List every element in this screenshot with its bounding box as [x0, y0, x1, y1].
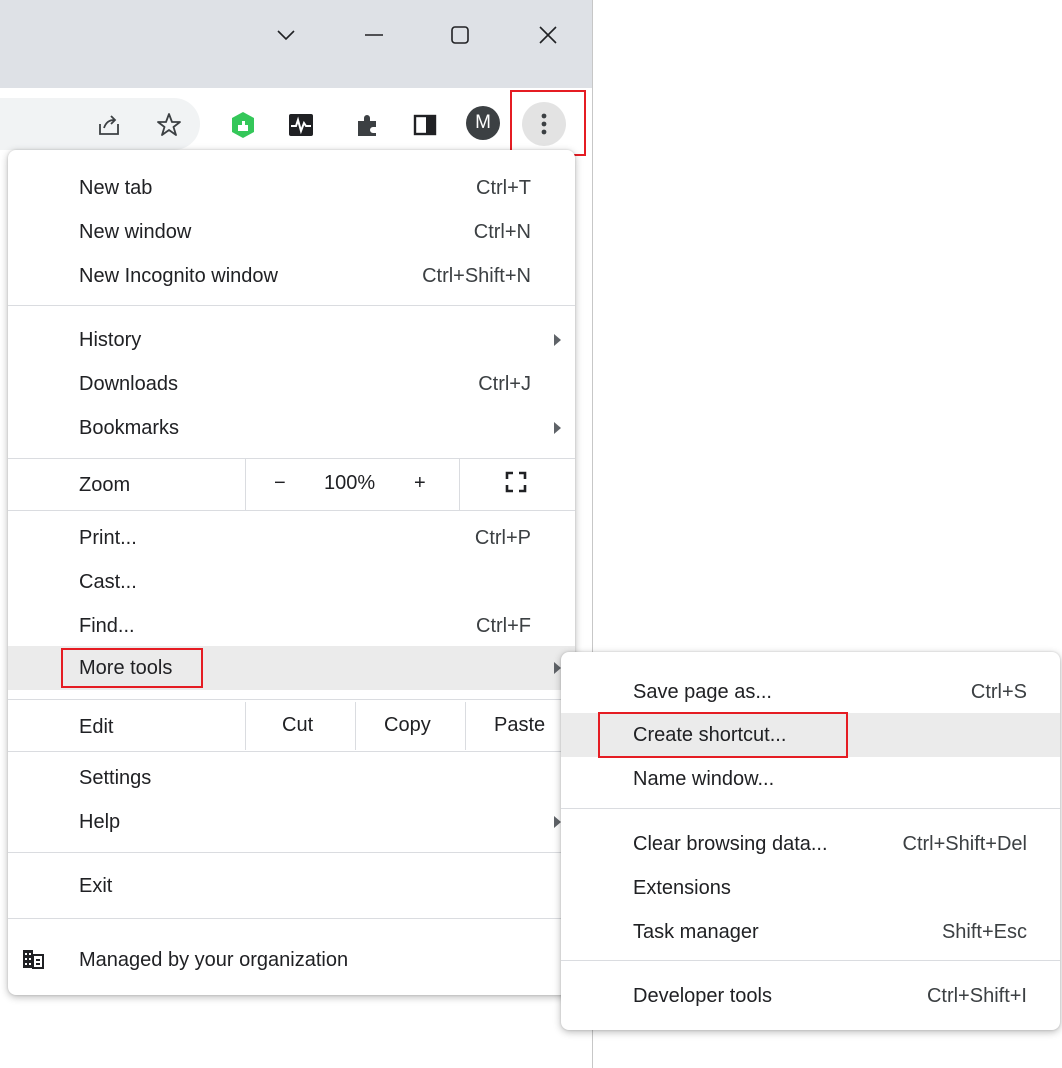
- menu-item-label: Cast...: [79, 570, 137, 593]
- menu-divider: [8, 918, 575, 919]
- menu-item-label: Settings: [79, 766, 152, 789]
- menu-item-label: Help: [79, 810, 121, 833]
- menu-item-find[interactable]: Find... Ctrl+F: [8, 604, 575, 648]
- menu-divider: [8, 510, 575, 511]
- copy-button[interactable]: Copy: [384, 714, 431, 737]
- chevron-down-icon[interactable]: [264, 14, 308, 56]
- submenu-item-shortcut: Ctrl+Shift+I: [926, 984, 1027, 1007]
- create-shortcut-highlight: [598, 712, 848, 758]
- submenu-item-shortcut: Ctrl+Shift+Del: [902, 832, 1028, 855]
- cut-button[interactable]: Cut: [282, 714, 313, 737]
- submenu-divider: [561, 808, 1060, 809]
- menu-item-downloads[interactable]: Downloads Ctrl+J: [8, 362, 575, 406]
- submenu-item-save-page[interactable]: Save page as... Ctrl+S: [561, 670, 1060, 714]
- menu-item-label: Exit: [79, 874, 113, 897]
- menu-divider: [8, 699, 575, 700]
- menu-item-history[interactable]: History: [8, 318, 575, 362]
- zoom-label: Zoom: [79, 474, 131, 496]
- edit-label: Edit: [79, 716, 114, 738]
- fullscreen-icon[interactable]: [505, 471, 527, 499]
- edit-divider: [465, 702, 466, 750]
- submenu-arrow-icon: [554, 662, 561, 674]
- menu-item-label: Find...: [79, 614, 135, 637]
- menu-item-shortcut: Ctrl+Shift+N: [422, 264, 531, 287]
- menu-item-print[interactable]: Print... Ctrl+P: [8, 516, 575, 560]
- menu-item-shortcut: Ctrl+F: [476, 614, 531, 637]
- menu-divider: [8, 305, 575, 306]
- chrome-main-menu: New tab Ctrl+T New window Ctrl+N New Inc…: [8, 150, 575, 995]
- close-icon[interactable]: [526, 14, 570, 56]
- submenu-item-label: Name window...: [633, 767, 775, 790]
- zoom-out-button[interactable]: −: [274, 472, 286, 495]
- menu-item-settings[interactable]: Settings: [8, 756, 575, 800]
- edit-row: Edit Cut Copy Paste: [8, 702, 575, 750]
- menu-divider: [8, 751, 575, 752]
- menu-item-bookmarks[interactable]: Bookmarks: [8, 406, 575, 450]
- share-icon[interactable]: [92, 108, 126, 142]
- menu-item-help[interactable]: Help: [8, 800, 575, 844]
- submenu-item-shortcut: Shift+Esc: [941, 920, 1027, 943]
- submenu-item-label: Developer tools: [633, 984, 772, 1007]
- menu-item-label: New Incognito window: [79, 264, 278, 287]
- menu-item-new-tab[interactable]: New tab Ctrl+T: [8, 166, 575, 210]
- submenu-item-label: Save page as...: [633, 680, 772, 703]
- submenu-item-label: Extensions: [633, 876, 731, 899]
- menu-item-shortcut: Ctrl+T: [476, 176, 531, 199]
- menu-item-label: Print...: [79, 526, 137, 549]
- star-icon[interactable]: [152, 108, 186, 142]
- edit-divider: [245, 702, 246, 750]
- submenu-item-task-manager[interactable]: Task manager Shift+Esc: [561, 910, 1060, 954]
- more-tools-submenu: Save page as... Ctrl+S Create shortcut..…: [561, 652, 1060, 1030]
- menu-item-shortcut: Ctrl+N: [473, 220, 531, 243]
- monitor-extension-icon[interactable]: [284, 108, 318, 142]
- profile-avatar[interactable]: M: [466, 106, 500, 140]
- menu-item-managed[interactable]: Managed by your organization: [8, 938, 575, 982]
- submenu-arrow-icon: [554, 816, 561, 828]
- submenu-item-dev-tools[interactable]: Developer tools Ctrl+Shift+I: [561, 974, 1060, 1018]
- submenu-item-label: Task manager: [633, 920, 759, 943]
- edit-divider: [355, 702, 356, 750]
- menu-item-label: New window: [79, 220, 192, 243]
- puzzle-icon[interactable]: [350, 108, 384, 142]
- menu-item-label: History: [79, 328, 142, 351]
- zoom-divider: [459, 458, 460, 510]
- submenu-item-extensions[interactable]: Extensions: [561, 866, 1060, 910]
- menu-item-shortcut: Ctrl+J: [478, 372, 531, 395]
- more-tools-highlight: [61, 648, 203, 688]
- submenu-item-name-window[interactable]: Name window...: [561, 757, 1060, 801]
- minimize-icon[interactable]: [352, 14, 396, 56]
- menu-item-label: New tab: [79, 176, 153, 199]
- menu-item-label: Managed by your organization: [79, 948, 349, 971]
- menu-item-cast[interactable]: Cast...: [8, 560, 575, 604]
- zoom-in-button[interactable]: +: [414, 472, 426, 495]
- submenu-item-clear-data[interactable]: Clear browsing data... Ctrl+Shift+Del: [561, 822, 1060, 866]
- menu-item-new-incognito[interactable]: New Incognito window Ctrl+Shift+N: [8, 254, 575, 298]
- menu-item-new-window[interactable]: New window Ctrl+N: [8, 210, 575, 254]
- menu-item-shortcut: Ctrl+P: [474, 526, 531, 549]
- zoom-divider: [245, 458, 246, 510]
- maximize-icon[interactable]: [438, 14, 482, 56]
- submenu-item-label: Clear browsing data...: [633, 832, 828, 855]
- submenu-item-shortcut: Ctrl+S: [970, 680, 1027, 703]
- green-extension-icon[interactable]: [226, 108, 260, 142]
- menu-item-label: Bookmarks: [79, 416, 180, 439]
- submenu-arrow-icon: [554, 334, 561, 346]
- menu-item-label: Downloads: [79, 372, 178, 395]
- zoom-row: Zoom − 100% +: [8, 458, 575, 510]
- building-icon: [22, 949, 44, 975]
- paste-button[interactable]: Paste: [494, 714, 545, 737]
- title-bar: [0, 0, 592, 88]
- zoom-level: 100%: [324, 472, 376, 494]
- submenu-arrow-icon: [554, 422, 561, 434]
- menu-button-highlight: [510, 90, 586, 156]
- submenu-divider: [561, 960, 1060, 961]
- side-panel-icon[interactable]: [408, 108, 442, 142]
- menu-divider: [8, 852, 575, 853]
- menu-item-exit[interactable]: Exit: [8, 864, 575, 908]
